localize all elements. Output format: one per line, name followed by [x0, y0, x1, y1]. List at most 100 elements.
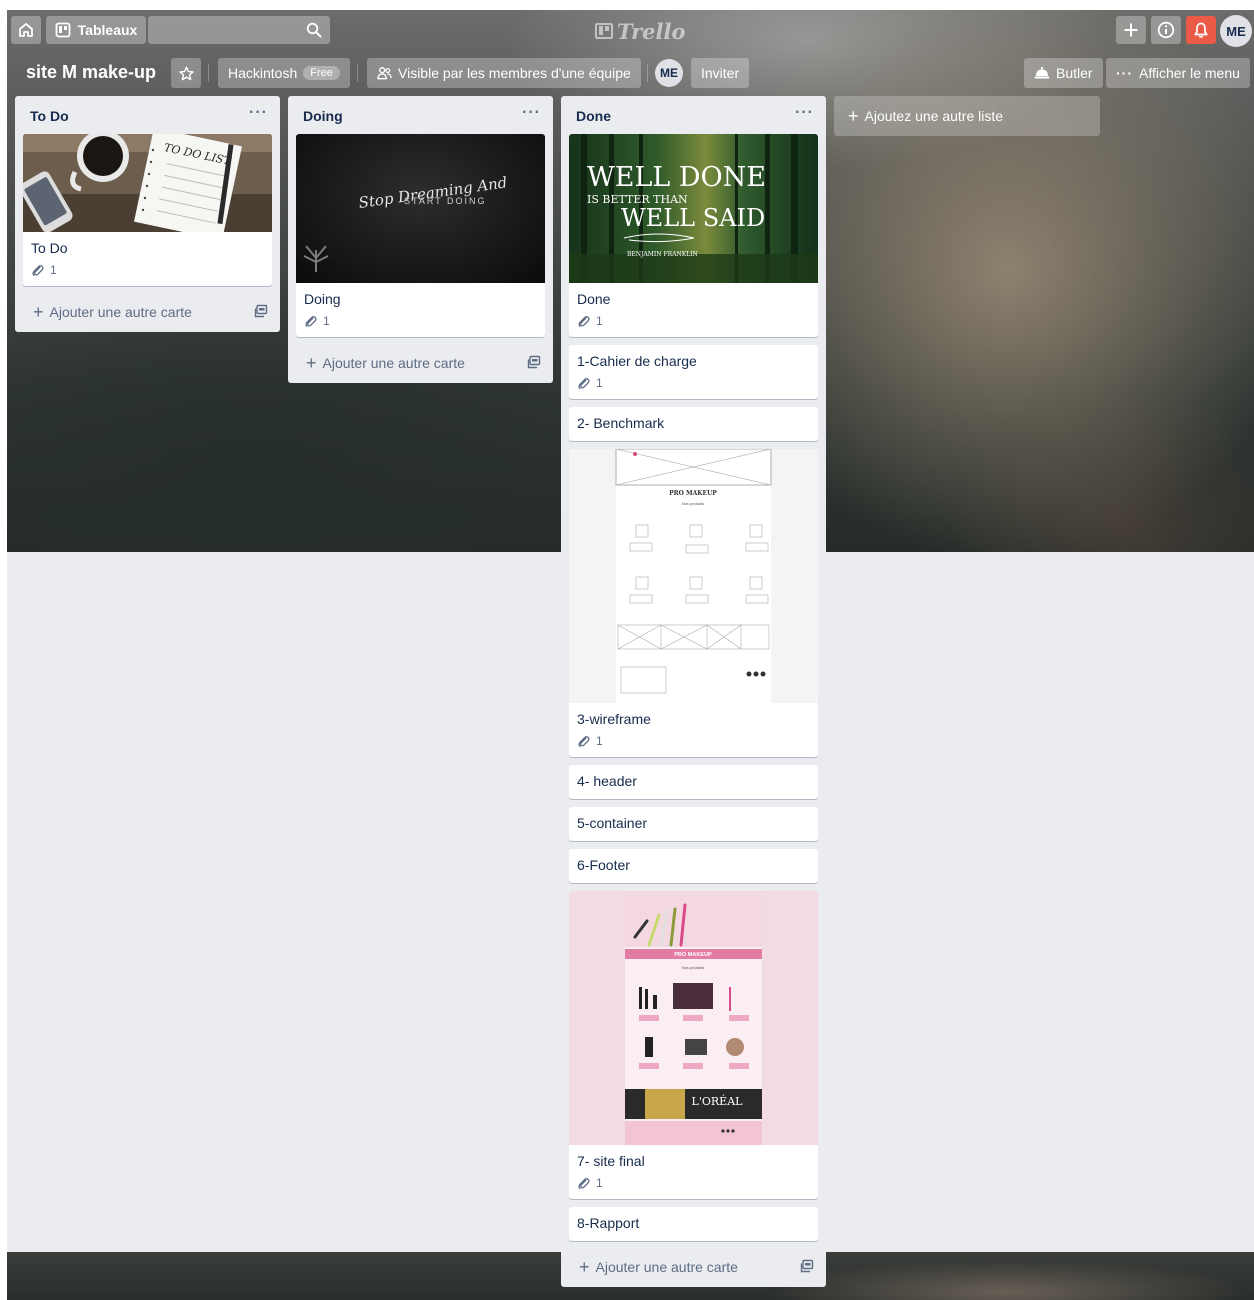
search-input[interactable] [148, 16, 330, 44]
divider [208, 64, 209, 82]
top-header: Tableaux Trello ME [7, 10, 1254, 50]
list-title[interactable]: Doing [303, 108, 343, 124]
add-list-button[interactable]: + Ajoutez une autre liste [834, 96, 1100, 136]
member-avatar[interactable]: ME [655, 59, 683, 87]
card-done[interactable]: WELL DONE IS BETTER THAN WELL SAID BENJA… [569, 134, 818, 337]
attachment-count: 1 [596, 314, 603, 328]
list-header[interactable]: Done ··· [561, 96, 826, 134]
bell-icon [1194, 22, 1208, 38]
search-icon [306, 22, 322, 38]
attachment-count: 1 [596, 734, 603, 748]
team-button[interactable]: Hackintosh Free [218, 58, 350, 88]
more-icon: ··· [1116, 65, 1133, 81]
card-badges: 1 [31, 263, 264, 277]
card-cover-image: PRO MAKEUP Nos produits [569, 891, 818, 1145]
list-menu-icon[interactable]: ··· [522, 104, 541, 122]
wireframe-cover-illustration: PRO MAKEUP Nos produits [615, 449, 772, 703]
plan-badge: Free [303, 66, 340, 80]
doing-cover-illustration: Stop Dreaming And START DOING [303, 173, 508, 272]
card-wireframe[interactable]: PRO MAKEUP Nos produits 3-wireframe 1 [569, 449, 818, 757]
home-icon [19, 23, 33, 37]
invite-button[interactable]: Inviter [691, 58, 750, 88]
card-title: 5-container [577, 815, 648, 831]
list-header[interactable]: To Do ··· [15, 96, 280, 134]
card-title: Doing [304, 291, 341, 307]
user-avatar[interactable]: ME [1220, 15, 1252, 47]
cover-sub: Nos produits [682, 501, 704, 506]
butler-icon [1034, 67, 1050, 79]
invite-label: Inviter [701, 65, 740, 81]
plus-icon: + [33, 302, 44, 322]
list-header[interactable]: Doing ··· [288, 96, 553, 134]
card-rapport[interactable]: 8-Rapport [569, 1207, 818, 1241]
cover-line-4: BENJAMIN FRANKLIN [627, 251, 698, 258]
add-card-label: Ajouter une autre carte [322, 355, 465, 371]
card-title: 1-Cahier de charge [577, 353, 697, 369]
notifications-button[interactable] [1186, 16, 1216, 44]
add-list-label: Ajoutez une autre liste [864, 108, 1004, 124]
card-container[interactable]: 5-container [569, 807, 818, 841]
add-card-label: Ajouter une autre carte [49, 304, 192, 320]
card-template-icon[interactable] [527, 355, 541, 369]
list-done: Done ··· WELL DONE IS BETTER THAN WELL S… [561, 96, 826, 1287]
card-header[interactable]: 4- header [569, 765, 818, 799]
card-site-final[interactable]: PRO MAKEUP Nos produits L'ORÉAL 7- site … [569, 891, 818, 1199]
list-title[interactable]: To Do [30, 108, 69, 124]
divider [647, 64, 648, 82]
card-benchmark[interactable]: 2- Benchmark [569, 407, 818, 441]
team-name: Hackintosh [228, 65, 298, 81]
attachment-count: 1 [596, 1176, 603, 1190]
menu-label: Afficher le menu [1139, 65, 1240, 81]
boards-label: Tableaux [77, 22, 138, 38]
card-doing[interactable]: Stop Dreaming And START DOING Doing 1 [296, 134, 545, 337]
attachment-icon [578, 735, 590, 747]
plus-icon: + [848, 106, 859, 126]
card-cahier-de-charge[interactable]: 1-Cahier de charge 1 [569, 345, 818, 399]
card-todo[interactable]: TO DO LIST To Do 1 [23, 134, 272, 286]
list-title[interactable]: Done [576, 108, 611, 124]
info-button[interactable] [1151, 16, 1181, 44]
card-title: 8-Rapport [577, 1215, 640, 1231]
create-button[interactable] [1116, 16, 1146, 44]
card-template-icon[interactable] [800, 1259, 814, 1273]
home-button[interactable] [11, 16, 41, 44]
star-icon [178, 66, 194, 80]
card-badges: 1 [577, 376, 810, 390]
card-template-icon[interactable] [254, 304, 268, 318]
boards-button[interactable]: Tableaux [46, 16, 146, 44]
card-badges: 1 [577, 314, 810, 328]
card-cover-image: PRO MAKEUP Nos produits [569, 449, 818, 703]
todo-cover-illustration: TO DO LIST [23, 134, 272, 232]
add-card-label: Ajouter une autre carte [595, 1259, 738, 1275]
team-visibility-icon [377, 67, 392, 80]
card-footer[interactable]: 6-Footer [569, 849, 818, 883]
visibility-button[interactable]: Visible par les membres d'une équipe [367, 58, 641, 88]
attachment-icon [578, 377, 590, 389]
add-card-button[interactable]: + Ajouter une autre carte [561, 1249, 826, 1287]
add-card-button[interactable]: + Ajouter une autre carte [288, 345, 553, 383]
list-menu-icon[interactable]: ··· [795, 104, 814, 122]
card-cover-image: Stop Dreaming And START DOING [296, 134, 545, 283]
attachment-count: 1 [50, 263, 57, 277]
card-title: 2- Benchmark [577, 415, 665, 431]
list-todo: To Do ··· TO DO LIST To Do 1 + Ajouter u… [15, 96, 280, 332]
card-title: 3-wireframe [577, 711, 651, 727]
board-title[interactable]: site M make-up [26, 62, 156, 83]
add-card-button[interactable]: + Ajouter une autre carte [15, 294, 280, 332]
divider [357, 64, 358, 82]
trello-logo[interactable]: Trello [595, 18, 686, 44]
cover-line-3: WELL SAID [621, 204, 765, 232]
star-button[interactable] [171, 58, 201, 88]
butler-button[interactable]: Butler [1024, 58, 1103, 88]
card-cover-image: TO DO LIST [23, 134, 272, 232]
cover-line-1: WELL DONE [587, 162, 766, 193]
attachment-icon [578, 315, 590, 327]
cover-brand: L'ORÉAL [692, 1094, 744, 1108]
cover-caption: Stop Dreaming And [357, 173, 508, 212]
card-badges: 1 [577, 734, 810, 748]
show-menu-button[interactable]: ··· Afficher le menu [1106, 58, 1250, 88]
card-cover-image: WELL DONE IS BETTER THAN WELL SAID BENJA… [569, 134, 818, 283]
attachment-icon [578, 1177, 590, 1189]
list-menu-icon[interactable]: ··· [249, 104, 268, 122]
cover-sub: Nos produits [682, 965, 704, 970]
